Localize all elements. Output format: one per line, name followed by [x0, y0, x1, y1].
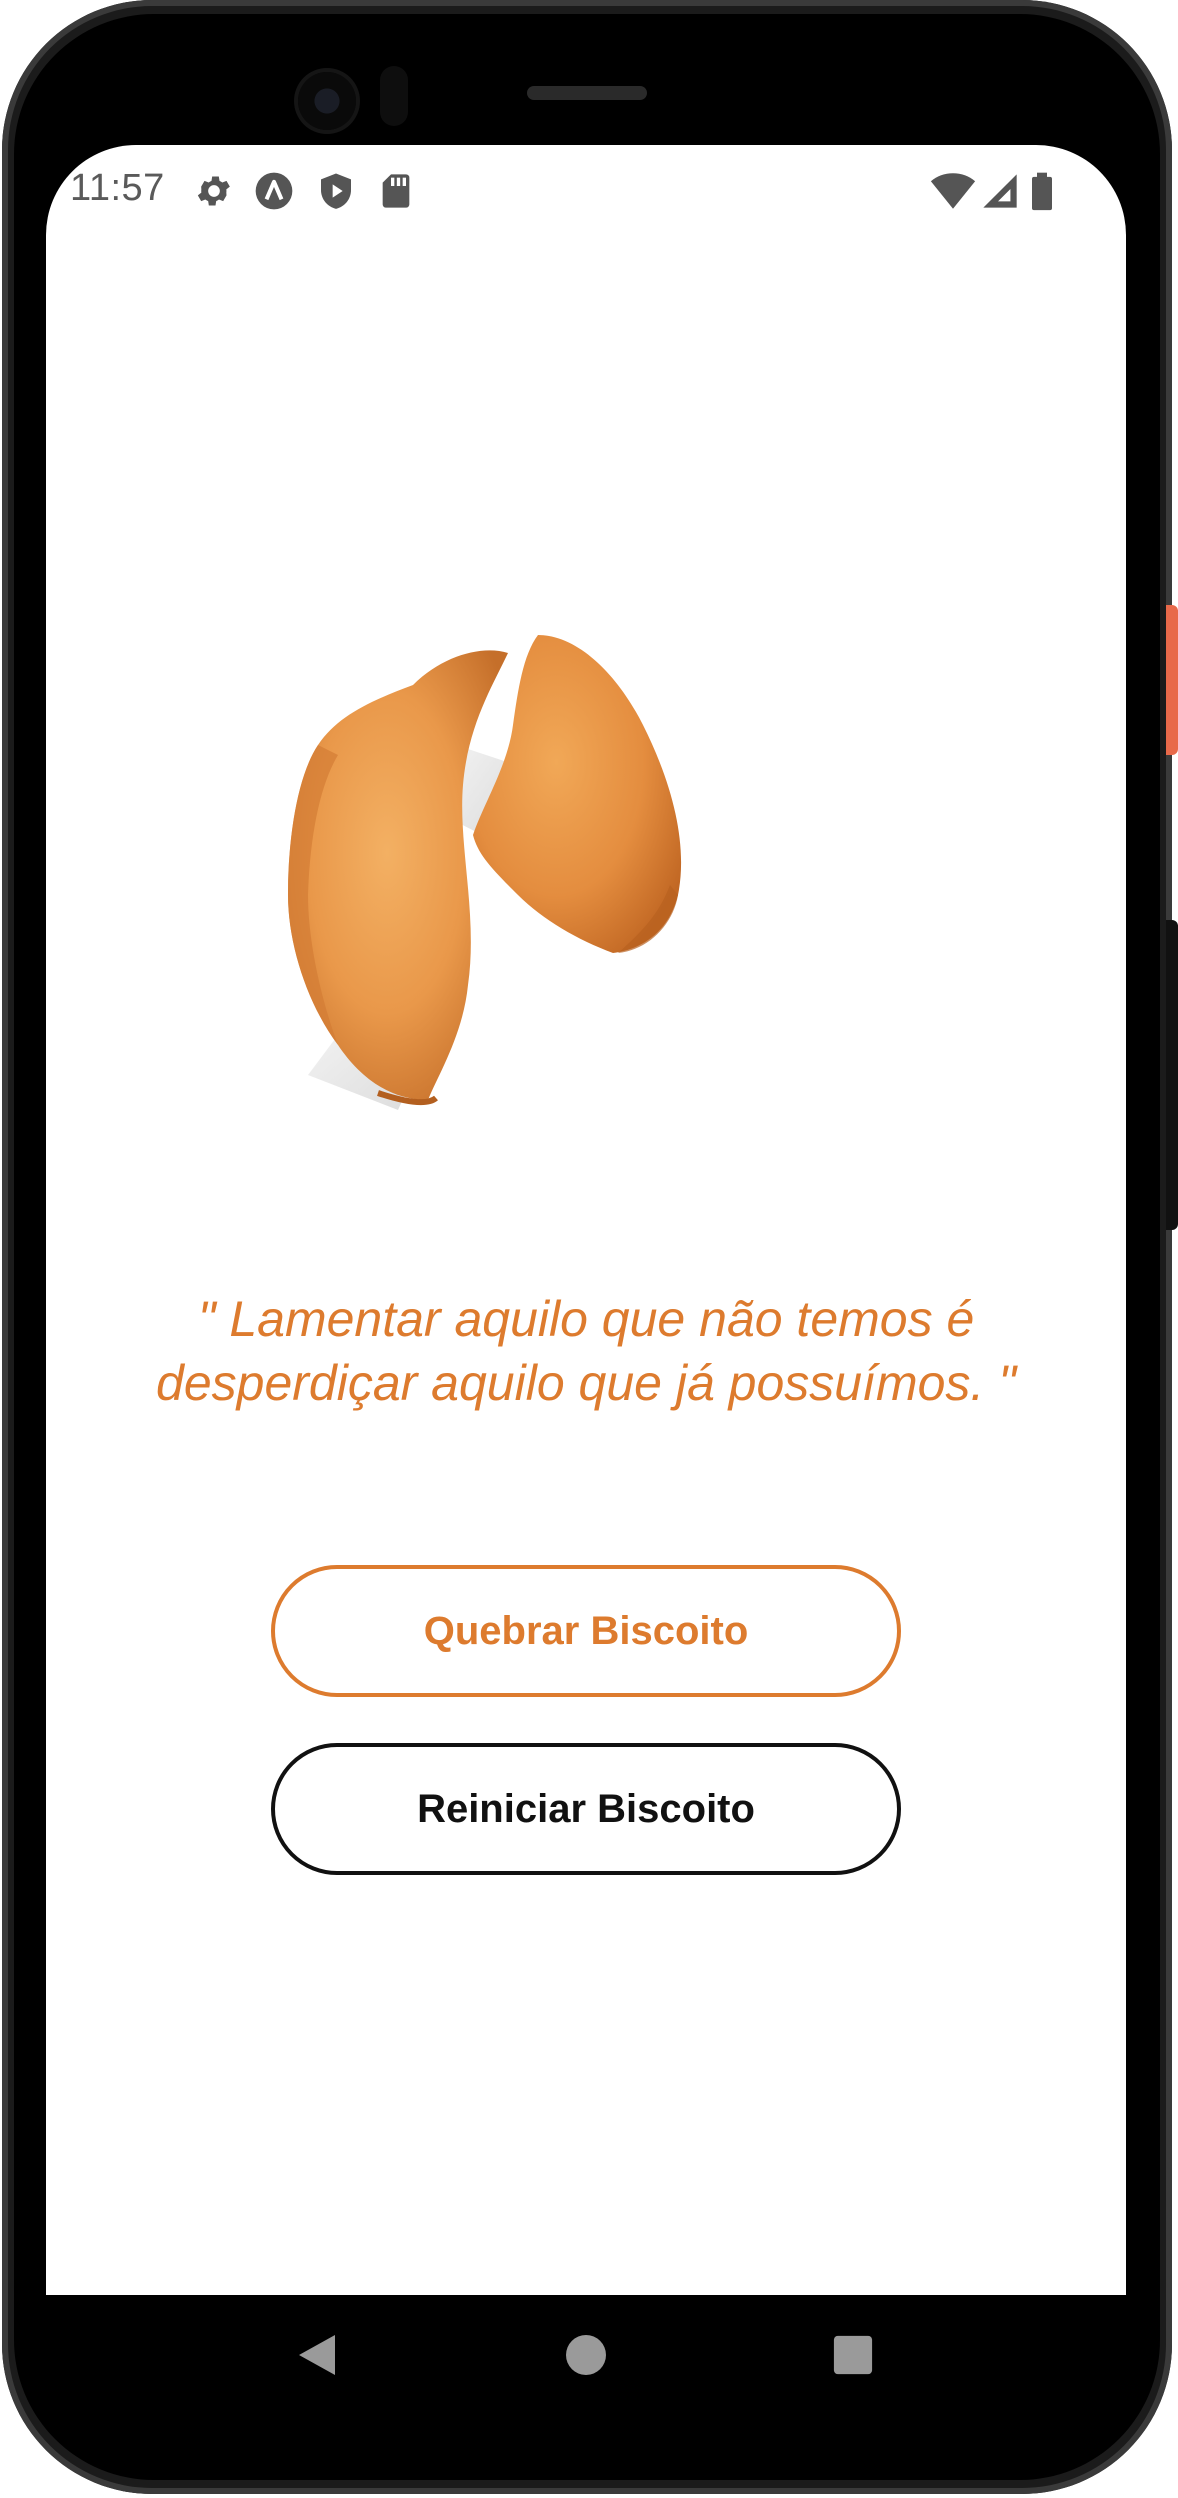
recents-icon[interactable]	[793, 2295, 913, 2415]
app-screen: 11:57 " Lamentar aquilo que não temos é …	[46, 145, 1126, 2295]
back-icon[interactable]	[257, 2295, 377, 2415]
break-cookie-button[interactable]: Quebrar Biscoito	[271, 1565, 901, 1697]
wifi-icon	[930, 171, 976, 211]
cellular-signal-icon	[980, 171, 1020, 211]
phone-device: 11:57 " Lamentar aquilo que não temos é …	[0, 0, 1178, 2498]
status-bar: 11:57	[46, 145, 1126, 235]
fortune-cookie-image[interactable]	[278, 605, 918, 1165]
cookie-half-left	[288, 650, 508, 1106]
status-time: 11:57	[70, 167, 165, 209]
power-button	[1166, 605, 1178, 755]
fortune-quote: " Lamentar aquilo que não temos é desper…	[156, 1291, 1016, 1411]
reset-cookie-button[interactable]: Reiniciar Biscoito	[271, 1743, 901, 1875]
cookie-half-right	[473, 635, 682, 953]
gear-icon	[194, 171, 234, 211]
sd-card-icon	[376, 171, 416, 211]
navigation-bar	[46, 2295, 1126, 2415]
front-camera	[298, 72, 356, 130]
battery-icon	[1026, 171, 1058, 211]
volume-button	[1166, 920, 1178, 1230]
home-icon[interactable]	[526, 2295, 646, 2415]
shield-play-icon	[316, 171, 356, 211]
proximity-sensor	[380, 66, 408, 126]
a-circle-icon	[254, 171, 294, 211]
earpiece-speaker	[527, 86, 647, 100]
